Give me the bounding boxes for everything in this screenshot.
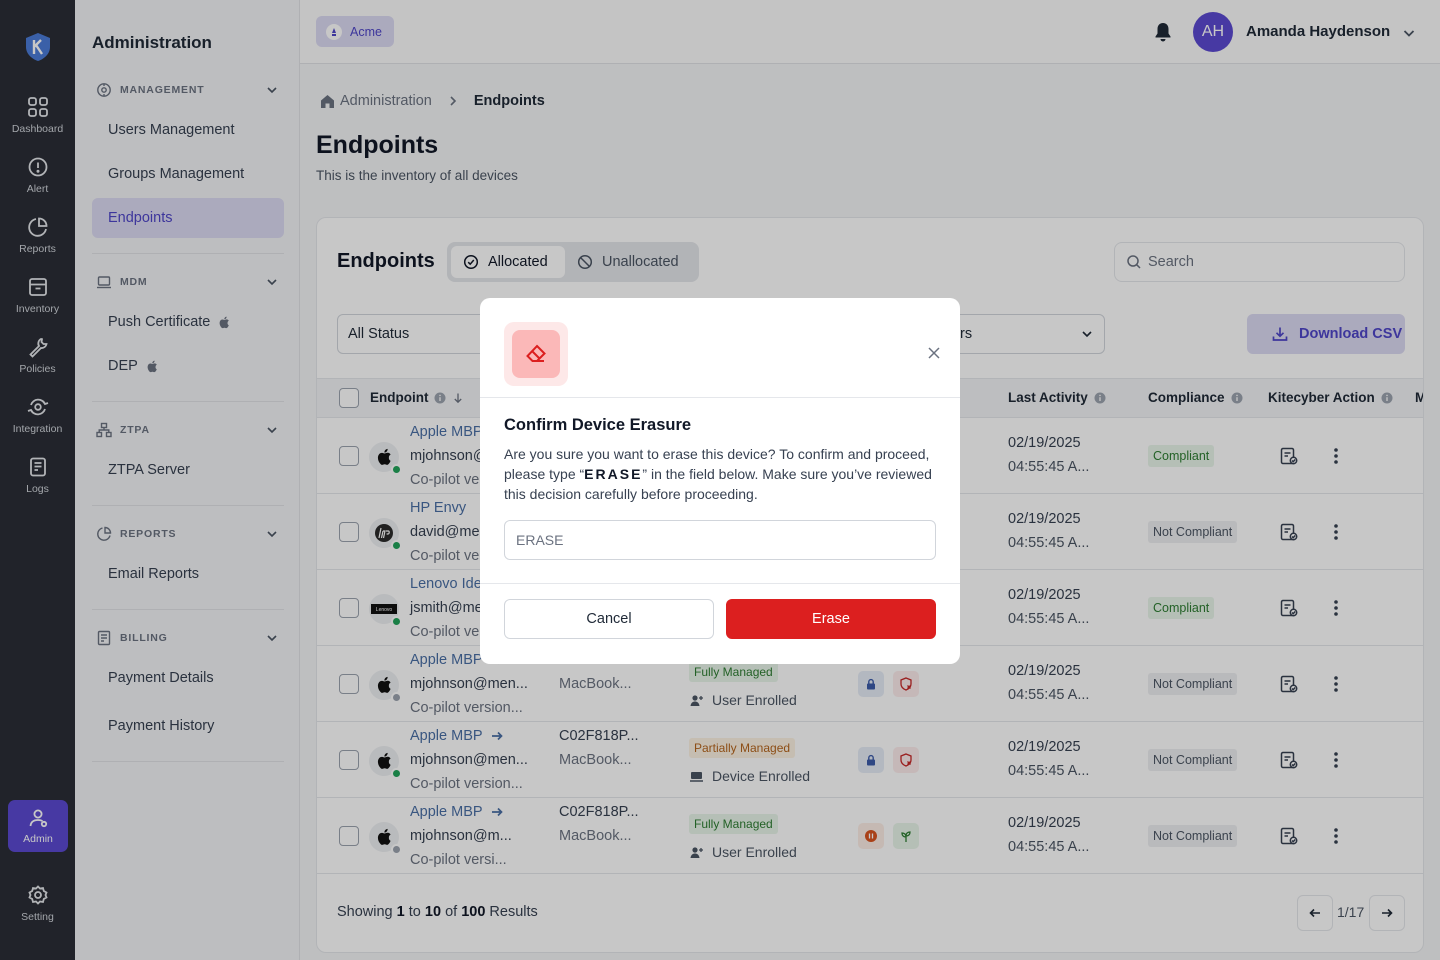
cancel-button[interactable]: Cancel bbox=[504, 599, 714, 639]
dialog-title: Confirm Device Erasure bbox=[504, 416, 692, 434]
close-icon[interactable] bbox=[926, 345, 942, 361]
erase-confirm-input[interactable] bbox=[504, 520, 936, 560]
dialog-icon-badge bbox=[504, 322, 568, 386]
dialog-message: Are you sure you want to erase this devi… bbox=[504, 444, 936, 504]
erase-confirm-dialog: Confirm Device Erasure Are you sure you … bbox=[480, 298, 960, 664]
dialog-divider bbox=[480, 397, 960, 398]
eraser-icon bbox=[526, 344, 546, 362]
dialog-divider bbox=[480, 583, 960, 584]
erase-button[interactable]: Erase bbox=[726, 599, 936, 639]
dialog-keyword: ERASE bbox=[584, 466, 643, 482]
